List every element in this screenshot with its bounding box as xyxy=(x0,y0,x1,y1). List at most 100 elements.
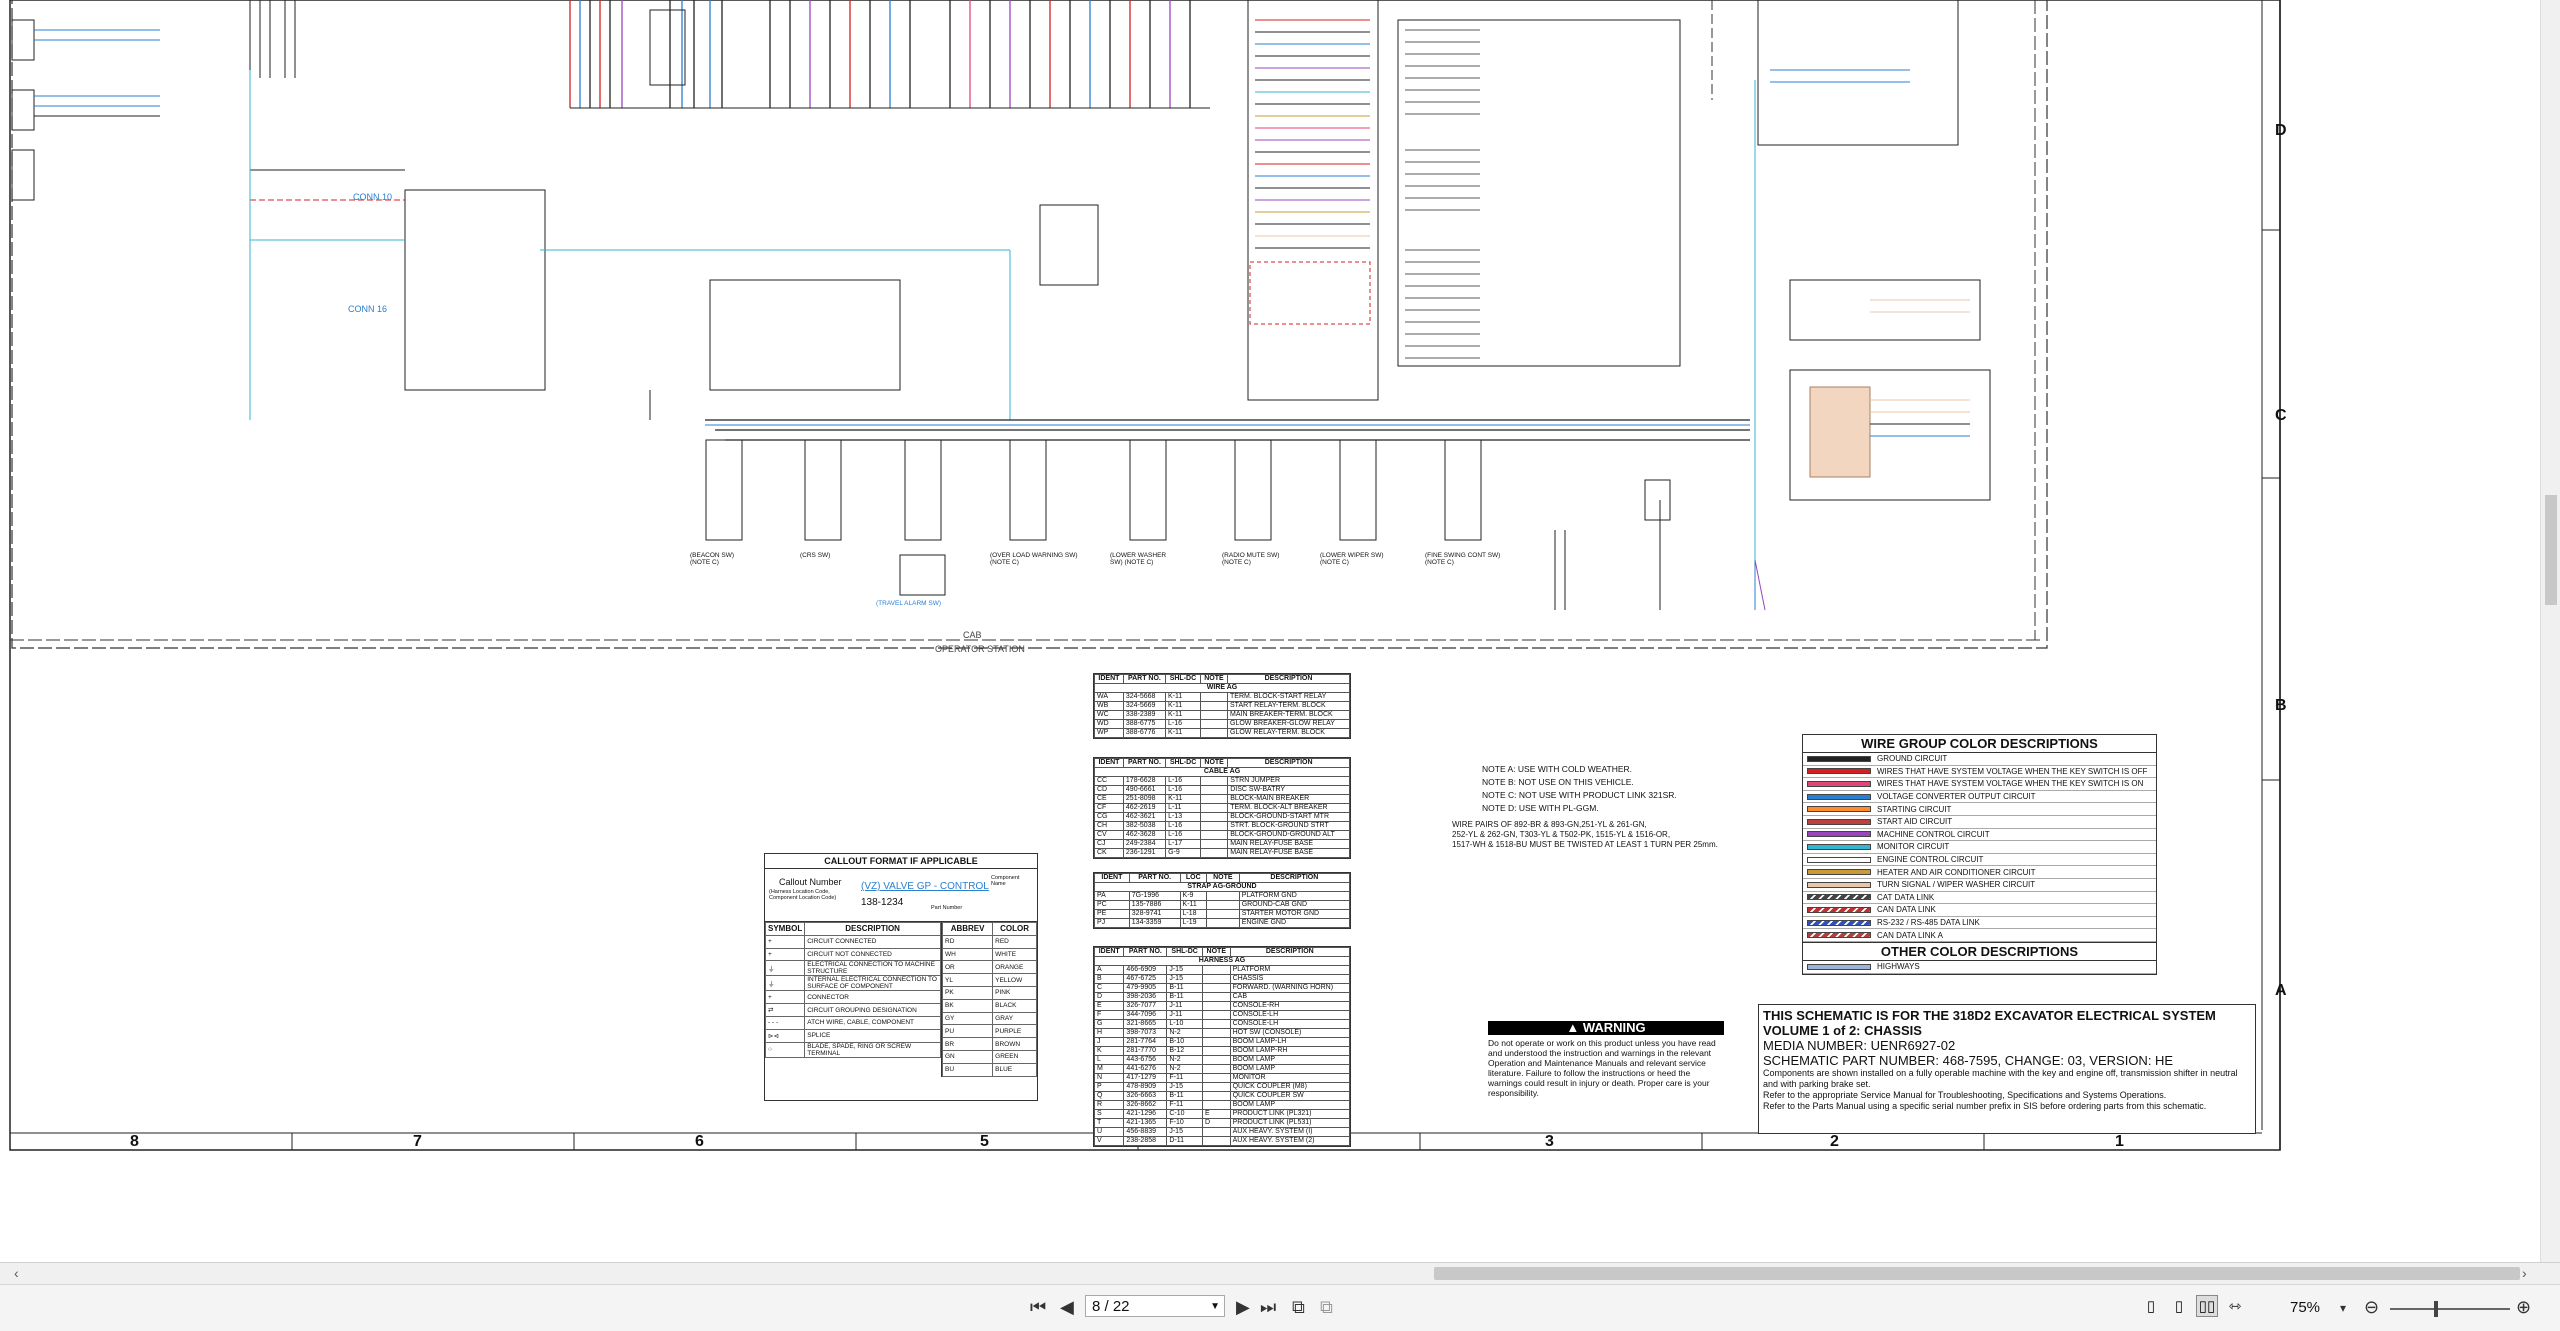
table-cell: BLUE xyxy=(992,1062,1037,1077)
table-cell: RD xyxy=(941,934,994,949)
zone-letter-c: C xyxy=(2275,407,2287,424)
table-row: M 441-6276 N-2 BOOM LAMP xyxy=(1093,1064,1351,1074)
zone-letter-a: A xyxy=(2275,982,2287,999)
legend-label: CAT DATA LINK xyxy=(1877,892,1935,902)
table-cell: BOOM LAMP xyxy=(1229,1100,1351,1110)
table-cell: 344-7096 xyxy=(1123,1010,1168,1020)
zoom-slider-knob[interactable] xyxy=(2434,1301,2438,1317)
table-cell: N-2 xyxy=(1166,1028,1203,1038)
table-cell: WC xyxy=(1094,710,1124,720)
two-page-icon[interactable]: ▯▯ xyxy=(2196,1295,2218,1317)
table-row: OR ORANGE xyxy=(941,960,1037,975)
table-cell: C-10 xyxy=(1166,1109,1203,1119)
table-cell: BR xyxy=(941,1037,994,1051)
zoom-slider[interactable] xyxy=(2390,1301,2510,1317)
document-viewport[interactable]: D C B A CAB OPERATOR STATION CONN 10 CON… xyxy=(0,0,2560,1262)
table-cell: PRODUCT LINK (PL321) xyxy=(1229,1109,1351,1119)
zoom-out-icon[interactable]: ⊖ xyxy=(2364,1297,2379,1318)
paste-icon[interactable]: ⧉ xyxy=(1320,1297,1333,1318)
table-cell: G xyxy=(1093,1019,1125,1029)
fit-width-icon[interactable]: ⇿ xyxy=(2224,1295,2246,1317)
first-page-icon[interactable]: ⏮ xyxy=(1030,1297,1046,1318)
table-cell: CD xyxy=(1094,785,1124,795)
table-cell xyxy=(1200,776,1229,786)
symbol-table: SYMBOL DESCRIPTION + CIRCUIT CONNECTED + CIR… xyxy=(764,922,941,1058)
legend-swatch xyxy=(1807,755,1871,762)
table-cell: N-2 xyxy=(1166,1055,1203,1065)
table-row: CV 462-3628 L-16 BLOCK-GROUND-GROUND ALT xyxy=(1094,830,1350,840)
legend-swatch xyxy=(1807,856,1871,863)
continuous-page-icon[interactable]: ▯ xyxy=(2168,1295,2190,1317)
table-cell: N-2 xyxy=(1166,1064,1203,1074)
table-cell: - - - xyxy=(764,1015,806,1030)
table-cell: STRT. BLOCK-GROUND STRT xyxy=(1227,821,1350,831)
table-row: CK 236-1291 G-9 MAIN RELAY-FUSE BASE xyxy=(1094,848,1350,858)
column-3: 3 xyxy=(1545,1133,1554,1150)
table-cell: CHASSIS xyxy=(1229,974,1351,984)
strap-ag-table: IDENT PART NO. LOC NOTE DESCRIPTION STRAP AG… xyxy=(1093,872,1351,929)
table-cell: BOOM LAMP xyxy=(1229,1064,1351,1074)
table-cell: AUX HEAVY. SYSTEM (I) xyxy=(1229,1127,1351,1137)
table-cell: 178-6628 xyxy=(1122,776,1167,786)
notes-block: NOTE A: USE WITH COLD WEATHER. NOTE B: N… xyxy=(1482,763,1677,815)
single-page-icon[interactable]: ▯ xyxy=(2140,1295,2162,1317)
copy-icon[interactable]: ⧉ xyxy=(1292,1297,1305,1318)
wire-note-line: WIRE PAIRS OF 892-BR & 893-GN,251-YL & 2… xyxy=(1452,820,1647,829)
wire-ag-rows: WA 324-5668 K-11 TERM. BLOCK-START RELAY WB 3… xyxy=(1094,692,1350,738)
table-cell xyxy=(1201,974,1231,984)
title-note: Refer to the appropriate Service Manual … xyxy=(1763,1090,2167,1100)
table-cell: + xyxy=(764,990,806,1005)
table-cell: + xyxy=(764,934,806,949)
horizontal-scrollbar[interactable]: ‹ › xyxy=(0,1262,2560,1285)
table-cell xyxy=(1201,1046,1231,1056)
chevron-down-icon[interactable]: ▼ xyxy=(1210,1296,1220,1318)
table-row: PK PINK xyxy=(941,985,1037,1000)
strap-ag-rows: PA 7G-1996 K-9 PLATFORM GND PC 135-7886 K-11 GR… xyxy=(1094,891,1351,928)
table-cell: L-18 xyxy=(1179,909,1207,919)
legend-row: CAN DATA LINK A xyxy=(1803,929,2156,942)
vertical-scroll-thumb[interactable] xyxy=(2545,495,2557,605)
legend-swatch xyxy=(1807,881,1871,888)
table-cell: AUX HEAVY. SYSTEM (2) xyxy=(1229,1136,1351,1146)
table-cell: BOOM LAMP xyxy=(1229,1055,1351,1065)
table-cell: D xyxy=(1093,992,1125,1002)
table-cell: A xyxy=(1093,965,1125,975)
table-cell: F xyxy=(1093,1010,1125,1020)
table-cell xyxy=(1201,965,1231,975)
table-cell: L-16 xyxy=(1164,719,1201,729)
table-row: D 398-2036 B-11 CAB xyxy=(1093,992,1351,1002)
table-cell: K-11 xyxy=(1164,728,1201,738)
switch-caption: (LOWER WIPER SW) (NOTE C) xyxy=(1320,552,1384,566)
switch-caption: (TRAVEL ALARM SW) xyxy=(876,600,942,607)
table-cell: PE xyxy=(1094,909,1130,919)
legend-swatch xyxy=(1807,768,1871,775)
table-cell: MAIN RELAY-FUSE BASE xyxy=(1227,839,1350,849)
table-cell xyxy=(1201,1127,1231,1137)
table-cell: 467-6725 xyxy=(1123,974,1168,984)
table-cell: RED xyxy=(992,934,1037,949)
table-cell: GREEN xyxy=(992,1049,1037,1064)
horizontal-scroll-thumb[interactable] xyxy=(1434,1267,2520,1280)
title-note: Refer to the Parts Manual using a specif… xyxy=(1763,1101,2207,1111)
scroll-right-icon[interactable]: › xyxy=(2522,1265,2527,1281)
table-cell: J xyxy=(1093,1037,1125,1047)
table-cell xyxy=(1199,710,1229,720)
table-cell: 462-3628 xyxy=(1122,830,1167,840)
switch-caption: (FINE SWING CONT SW) (NOTE C) xyxy=(1425,552,1501,566)
vertical-scrollbar[interactable] xyxy=(2540,0,2560,1262)
page-number-input[interactable]: 8 / 22 ▼ xyxy=(1085,1295,1225,1317)
table-cell: 456-8839 xyxy=(1123,1127,1168,1137)
table-cell: B-11 xyxy=(1166,983,1203,993)
table-cell: WHITE xyxy=(992,947,1037,962)
last-page-icon[interactable]: ⏭ xyxy=(1260,1297,1276,1318)
table-row: - - - ATCH WIRE, CABLE, COMPONENT xyxy=(764,1015,941,1030)
scroll-left-icon[interactable]: ‹ xyxy=(14,1265,19,1281)
chevron-down-icon[interactable]: ▾ xyxy=(2340,1301,2346,1315)
prev-page-icon[interactable]: ◀ xyxy=(1060,1297,1074,1318)
zoom-in-icon[interactable]: ⊕ xyxy=(2516,1297,2531,1318)
table-cell: OR xyxy=(941,960,994,975)
next-page-icon[interactable]: ▶ xyxy=(1236,1297,1250,1318)
table-row: ⊳⊲ SPLICE xyxy=(764,1028,941,1043)
table-cell: PK xyxy=(941,985,994,1000)
table-cell: M xyxy=(1093,1064,1125,1074)
